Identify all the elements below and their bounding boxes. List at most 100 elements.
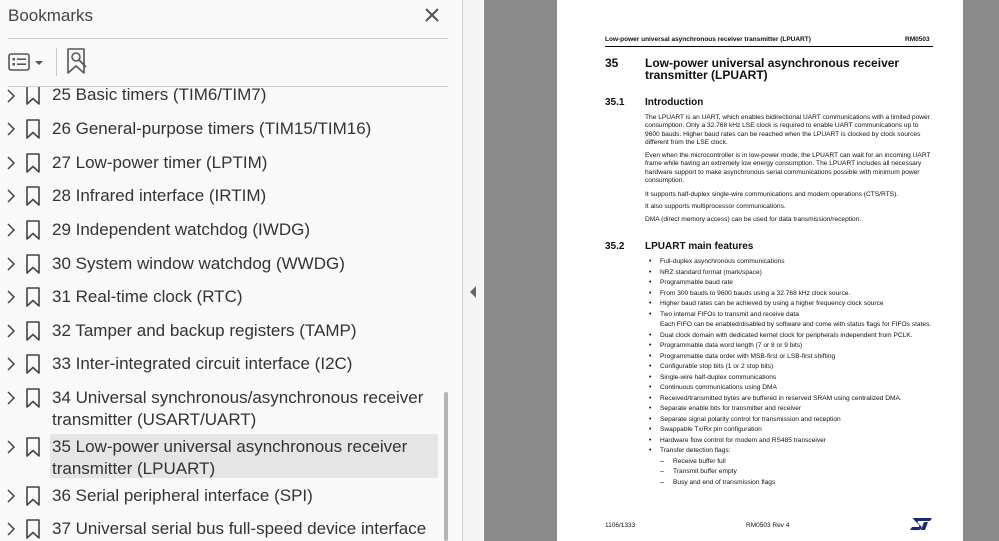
bookmark-icon <box>26 354 40 374</box>
list-item: Single-wire half-duplex communications <box>645 373 940 384</box>
bookmark-item[interactable]: 32 Tamper and backup registers (TAMP) <box>0 320 440 342</box>
bookmark-label[interactable]: 30 System window watchdog (WWDG) <box>52 253 436 275</box>
bookmark-item[interactable]: 33 Inter-integrated circuit interface (I… <box>0 353 440 375</box>
bookmark-item[interactable]: 25 Basic timers (TIM6/TIM7) <box>0 87 440 107</box>
features-list: Full-duplex asynchronous communications … <box>645 257 940 488</box>
bookmark-label[interactable]: 25 Basic timers (TIM6/TIM7) <box>52 87 436 106</box>
add-bookmark-button[interactable] <box>63 46 91 76</box>
options-dropdown-button[interactable] <box>6 50 46 74</box>
bookmark-label[interactable]: 31 Real-time clock (RTC) <box>52 286 436 308</box>
chevron-right-icon[interactable] <box>2 520 20 538</box>
chevron-right-icon[interactable] <box>2 154 20 172</box>
list-item: Separate signal polarity control for tra… <box>645 415 940 426</box>
header-rule <box>605 46 933 47</box>
bookmark-icon <box>26 287 40 307</box>
list-item: Received/transmitted bytes are buffered … <box>645 394 940 405</box>
chevron-right-icon[interactable] <box>2 87 20 105</box>
list-item: Swappable Tx/Rx pin configuration <box>645 425 940 436</box>
footer-page-number: 1106/1333 <box>605 522 636 529</box>
intro-paragraph: DMA (direct memory access) can be used f… <box>645 216 862 223</box>
panel-scrollbar[interactable] <box>444 392 448 541</box>
list-item: Separate enable bits for transmitter and… <box>645 404 940 415</box>
close-icon <box>425 8 439 22</box>
section-number: 35.2 <box>605 241 625 252</box>
bookmark-item[interactable]: 36 Serial peripheral interface (SPI) <box>0 485 440 507</box>
bookmark-icon <box>26 186 40 206</box>
bookmark-item[interactable]: 29 Independent watchdog (IWDG) <box>0 219 440 241</box>
bookmark-item[interactable]: 26 General-purpose timers (TIM15/TIM16) <box>0 118 440 140</box>
collapse-panel-icon[interactable] <box>467 284 479 300</box>
bookmark-label[interactable]: 32 Tamper and backup registers (TAMP) <box>52 320 436 342</box>
list-item: Programmable data order with MSB-first o… <box>645 352 940 363</box>
bookmark-item[interactable]: 28 Infrared interface (IRTIM) <box>0 185 440 207</box>
chevron-right-icon[interactable] <box>2 255 20 273</box>
bookmark-item[interactable]: 27 Low-power timer (LPTIM) <box>0 152 440 174</box>
bookmark-icon <box>26 437 40 457</box>
chevron-down-icon <box>35 61 43 65</box>
chevron-right-icon[interactable] <box>2 438 20 456</box>
bookmark-label[interactable]: 33 Inter-integrated circuit interface (I… <box>52 353 436 375</box>
intro-paragraph: The LPUART is an UART, which enables bid… <box>645 114 930 146</box>
bookmark-label[interactable]: 37 Universal serial bus full-speed devic… <box>52 518 436 540</box>
panel-splitter[interactable] <box>463 0 483 541</box>
toolbar-divider <box>56 48 57 76</box>
bookmark-label[interactable]: 26 General-purpose timers (TIM15/TIM16) <box>52 118 436 140</box>
bookmark-label[interactable]: 35 Low-power universal asynchronous rece… <box>52 436 436 480</box>
bookmark-label[interactable]: 27 Low-power timer (LPTIM) <box>52 152 436 174</box>
list-item: Higher baud rates can be achieved by usi… <box>645 299 940 310</box>
chevron-right-icon[interactable] <box>2 487 20 505</box>
list-item: Programmable baud rate <box>645 278 940 289</box>
chevron-right-icon[interactable] <box>2 355 20 373</box>
list-item-continuation: Each FIFO can be enabled/disabled by sof… <box>660 321 932 328</box>
intro-paragraph: Even when the microcontroller is in low-… <box>645 152 931 184</box>
bookmark-icon <box>26 119 40 139</box>
chevron-right-icon[interactable] <box>2 389 20 407</box>
bookmark-icon <box>26 321 40 341</box>
chevron-right-icon[interactable] <box>2 221 20 239</box>
chevron-right-icon[interactable] <box>2 288 20 306</box>
list-item: Dual clock domain with dedicated kernel … <box>645 331 940 342</box>
bookmark-item[interactable]: 34 Universal synchronous/asynchronous re… <box>0 387 440 431</box>
bookmark-label[interactable]: 36 Serial peripheral interface (SPI) <box>52 485 436 507</box>
bookmark-icon <box>26 153 40 173</box>
bookmark-item-selected[interactable]: 35 Low-power universal asynchronous rece… <box>0 434 440 478</box>
intro-paragraph: It also supports multiprocessor communic… <box>645 203 786 210</box>
bookmark-icon <box>26 87 40 105</box>
bookmark-list: 25 Basic timers (TIM6/TIM7) 26 General-p… <box>0 87 456 541</box>
bookmark-icon <box>26 388 40 408</box>
intro-paragraph: It supports half-duplex single-wire comm… <box>645 191 899 198</box>
list-item: Continuous communications using DMA <box>645 383 940 394</box>
list-item: NRZ standard format (mark/space) <box>645 268 940 279</box>
bookmarks-toolbar <box>0 40 462 86</box>
chevron-right-icon[interactable] <box>2 120 20 138</box>
list-item: Configurable stop bits (1 or 2 stop bits… <box>645 362 940 373</box>
bookmark-item[interactable]: 37 Universal serial bus full-speed devic… <box>0 518 440 540</box>
bookmark-icon <box>26 220 40 240</box>
bookmark-item[interactable]: 31 Real-time clock (RTC) <box>0 286 440 308</box>
list-item: Transfer detection flags: <box>645 446 940 457</box>
close-panel-button[interactable] <box>420 3 444 27</box>
bookmark-label[interactable]: 29 Independent watchdog (IWDG) <box>52 219 436 241</box>
panel-title: Bookmarks <box>8 6 94 25</box>
bookmark-label[interactable]: 28 Infrared interface (IRTIM) <box>52 185 436 207</box>
bookmark-label[interactable]: 34 Universal synchronous/asynchronous re… <box>52 387 436 431</box>
st-logo: ST <box>910 518 932 530</box>
footer-doc-rev: RM0503 Rev 4 <box>746 522 790 529</box>
list-item: Programmable data word length (7 or 8 or… <box>645 341 940 352</box>
list-item: Hardware flow control for modem and RS48… <box>645 436 940 447</box>
sub-list-item: Receive buffer full <box>645 457 940 468</box>
section-number: 35.1 <box>605 97 625 108</box>
running-header-doc-id: RM0503 <box>905 36 930 43</box>
chevron-right-icon[interactable] <box>2 187 20 205</box>
bookmark-item[interactable]: 30 System window watchdog (WWDG) <box>0 253 440 275</box>
document-viewer[interactable]: Low-power universal asynchronous receive… <box>484 0 999 541</box>
chevron-right-icon[interactable] <box>2 322 20 340</box>
header-divider <box>8 38 448 39</box>
bookmark-icon <box>26 254 40 274</box>
sub-list-item: Transmit buffer empty <box>645 467 940 478</box>
list-item: From 300 bauds to 9600 bauds using a 32.… <box>645 289 940 300</box>
list-item: Full-duplex asynchronous communications <box>645 257 940 268</box>
pdf-page: Low-power universal asynchronous receive… <box>557 0 963 541</box>
section-title: LPUART main features <box>645 241 754 252</box>
running-header-title: Low-power universal asynchronous receive… <box>605 36 811 43</box>
